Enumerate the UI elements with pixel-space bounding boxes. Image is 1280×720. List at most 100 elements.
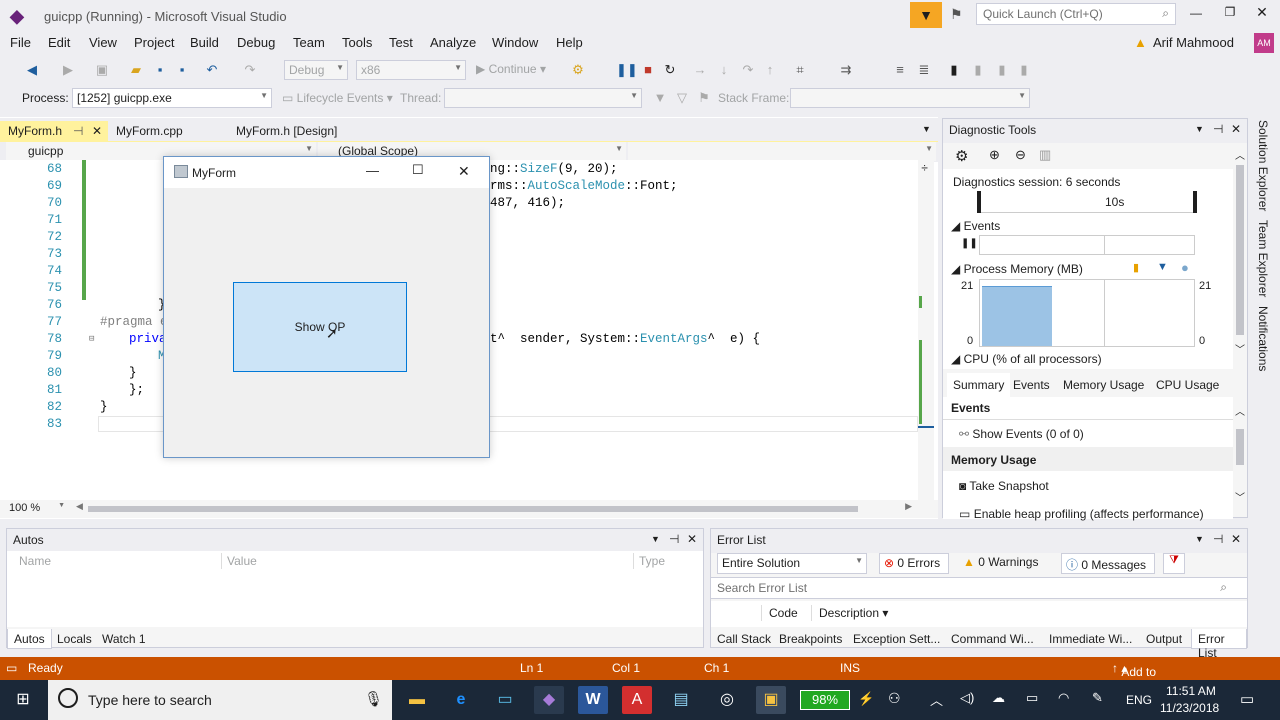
- menu-debug[interactable]: Debug: [237, 35, 275, 50]
- attach-icon[interactable]: ⚙: [570, 62, 586, 78]
- save-icon[interactable]: ▪: [152, 62, 168, 78]
- zoom-in-icon[interactable]: ⊕: [989, 147, 1000, 163]
- back-icon[interactable]: ◀: [24, 62, 40, 78]
- show-next-statement-icon[interactable]: →: [692, 62, 708, 78]
- battery-indicator[interactable]: 98%: [800, 690, 850, 710]
- filter-icon[interactable]: ▼: [652, 90, 668, 106]
- threads-icon[interactable]: ⇉: [838, 62, 854, 78]
- heap-profiling-toggle[interactable]: ▭ Enable heap profiling (affects perform…: [959, 507, 1204, 521]
- column-type[interactable]: Type: [639, 554, 665, 568]
- tab-error-list[interactable]: Error List: [1191, 629, 1247, 660]
- settings-icon[interactable]: ⚙: [955, 147, 968, 165]
- minimize-button[interactable]: —: [1186, 6, 1206, 20]
- forward-icon[interactable]: ▶: [60, 62, 76, 78]
- notifications-tab[interactable]: Notifications: [1256, 306, 1270, 371]
- scroll-right-icon[interactable]: ▶: [905, 501, 912, 512]
- filter-clear-icon[interactable]: ▽: [674, 90, 690, 106]
- next-bookmark-icon[interactable]: ▮: [994, 62, 1010, 78]
- zoom-select[interactable]: 100 % ▼: [6, 500, 68, 518]
- scroll-up-icon[interactable]: ︿: [1235, 403, 1245, 418]
- take-snapshot-button[interactable]: ◙ Take Snapshot: [959, 479, 1049, 493]
- word-icon[interactable]: W: [578, 686, 608, 714]
- scroll-up-icon[interactable]: ︿: [1235, 147, 1245, 162]
- edge-icon[interactable]: e: [446, 686, 476, 714]
- scroll-thumb[interactable]: [1236, 165, 1244, 335]
- menu-tools[interactable]: Tools: [342, 35, 372, 50]
- acrobat-icon[interactable]: A: [622, 686, 652, 714]
- notepad-icon[interactable]: ▤: [666, 686, 696, 714]
- close-panel-icon[interactable]: ✕: [687, 532, 697, 546]
- clock-date[interactable]: 11/23/2018: [1160, 701, 1219, 715]
- file-explorer-icon[interactable]: ▬: [402, 686, 432, 714]
- tab-watch-1[interactable]: Watch 1: [102, 632, 146, 646]
- clear-filter-button[interactable]: ⧩: [1163, 553, 1185, 574]
- collapse-icon[interactable]: ⊟: [89, 334, 94, 344]
- panel-menu-icon[interactable]: ▼: [1195, 124, 1204, 134]
- add-source-control-button[interactable]: ↑ Add to Source Control ▴: [1112, 661, 1160, 707]
- storage-icon[interactable]: ▭: [1026, 690, 1038, 706]
- column-name[interactable]: Name: [19, 554, 51, 568]
- menu-project[interactable]: Project: [134, 35, 174, 50]
- platform-select[interactable]: x86 ▼: [356, 60, 466, 80]
- scroll-down-icon[interactable]: ﹀: [1235, 489, 1245, 504]
- warnings-filter-button[interactable]: ▲ 0 Warnings: [959, 553, 1049, 574]
- scroll-thumb[interactable]: [1236, 429, 1244, 465]
- pc-icon[interactable]: ▭: [490, 686, 520, 714]
- menu-test[interactable]: Test: [389, 35, 413, 50]
- solution-explorer-tab[interactable]: Solution Explorer: [1256, 120, 1270, 211]
- redo-icon[interactable]: ↷: [242, 62, 258, 78]
- windows-start-icon[interactable]: ⊞: [8, 686, 38, 714]
- tab-output[interactable]: Output: [1146, 632, 1182, 646]
- uncomment-icon[interactable]: ≣: [916, 62, 932, 78]
- team-explorer-tab[interactable]: Team Explorer: [1256, 220, 1270, 297]
- diag-vertical-scrollbar[interactable]: ︿ ﹀: [1233, 147, 1247, 357]
- scroll-thumb[interactable]: [88, 506, 858, 512]
- menu-help[interactable]: Help: [556, 35, 583, 50]
- bookmark-icon[interactable]: ▮: [946, 62, 962, 78]
- vertical-scrollbar[interactable]: ÷: [918, 160, 934, 500]
- menu-analyze[interactable]: Analyze: [430, 35, 476, 50]
- tab-locals[interactable]: Locals: [57, 632, 92, 646]
- show-hidden-icons[interactable]: ︿: [930, 690, 943, 709]
- menu-view[interactable]: View: [89, 35, 117, 50]
- obs-icon[interactable]: ◎: [712, 686, 742, 714]
- action-center-icon[interactable]: ▭: [1240, 690, 1254, 708]
- error-search-input[interactable]: Search Error List ⌕: [711, 577, 1247, 599]
- thread-select[interactable]: ▼: [444, 88, 642, 108]
- quick-launch-input[interactable]: Quick Launch (Ctrl+Q) ⌕: [976, 3, 1176, 25]
- tab-command-window[interactable]: Command Wi...: [951, 632, 1034, 646]
- show-op-button[interactable]: Show OP: [233, 282, 407, 372]
- show-events-link[interactable]: ⚯ Show Events (0 of 0): [959, 427, 1084, 441]
- new-project-icon[interactable]: ▣: [94, 62, 110, 78]
- feedback-icon[interactable]: ⚑: [950, 6, 963, 23]
- clear-bookmarks-icon[interactable]: ▮: [1016, 62, 1032, 78]
- tab-myform-cpp[interactable]: MyForm.cpp: [108, 121, 228, 142]
- filter-notification-icon[interactable]: ▼: [910, 2, 942, 28]
- step-into-icon[interactable]: ↓: [716, 62, 732, 78]
- maximize-button[interactable]: ❐: [1220, 5, 1240, 19]
- close-button[interactable]: ✕: [1252, 4, 1272, 21]
- pin-icon[interactable]: ⊣: [1213, 122, 1223, 136]
- summary-scrollbar[interactable]: ︿ ﹀: [1233, 399, 1247, 517]
- flag-icon[interactable]: ⚑: [696, 90, 712, 106]
- tab-cpu-usage[interactable]: CPU Usage: [1156, 378, 1219, 392]
- column-code[interactable]: Code: [769, 606, 798, 620]
- restart-icon[interactable]: ↻: [662, 62, 678, 78]
- pause-events-icon[interactable]: ❚❚: [961, 238, 978, 249]
- tab-myform-design[interactable]: MyForm.h [Design]: [228, 121, 378, 142]
- menu-window[interactable]: Window: [492, 35, 538, 50]
- lifecycle-events-button[interactable]: ▭ Lifecycle Events ▾: [282, 91, 393, 105]
- messages-filter-button[interactable]: ⓘ 0 Messages: [1061, 553, 1155, 574]
- form-maximize-button[interactable]: ☐: [412, 162, 424, 178]
- stop-icon[interactable]: ■: [640, 62, 656, 78]
- process-select[interactable]: [1252] guicpp.exe ▼: [72, 88, 272, 108]
- power-icon[interactable]: ⚡: [858, 691, 874, 707]
- open-file-icon[interactable]: ▰: [128, 62, 144, 78]
- tab-autos[interactable]: Autos: [7, 629, 52, 649]
- hex-display-icon[interactable]: ⌗: [792, 62, 808, 78]
- save-all-icon[interactable]: ▪: [174, 62, 190, 78]
- zoom-out-icon[interactable]: ⊖: [1015, 147, 1026, 163]
- column-description[interactable]: Description ▾: [819, 606, 888, 620]
- scroll-left-icon[interactable]: ◀: [76, 501, 83, 512]
- column-value[interactable]: Value: [227, 554, 257, 568]
